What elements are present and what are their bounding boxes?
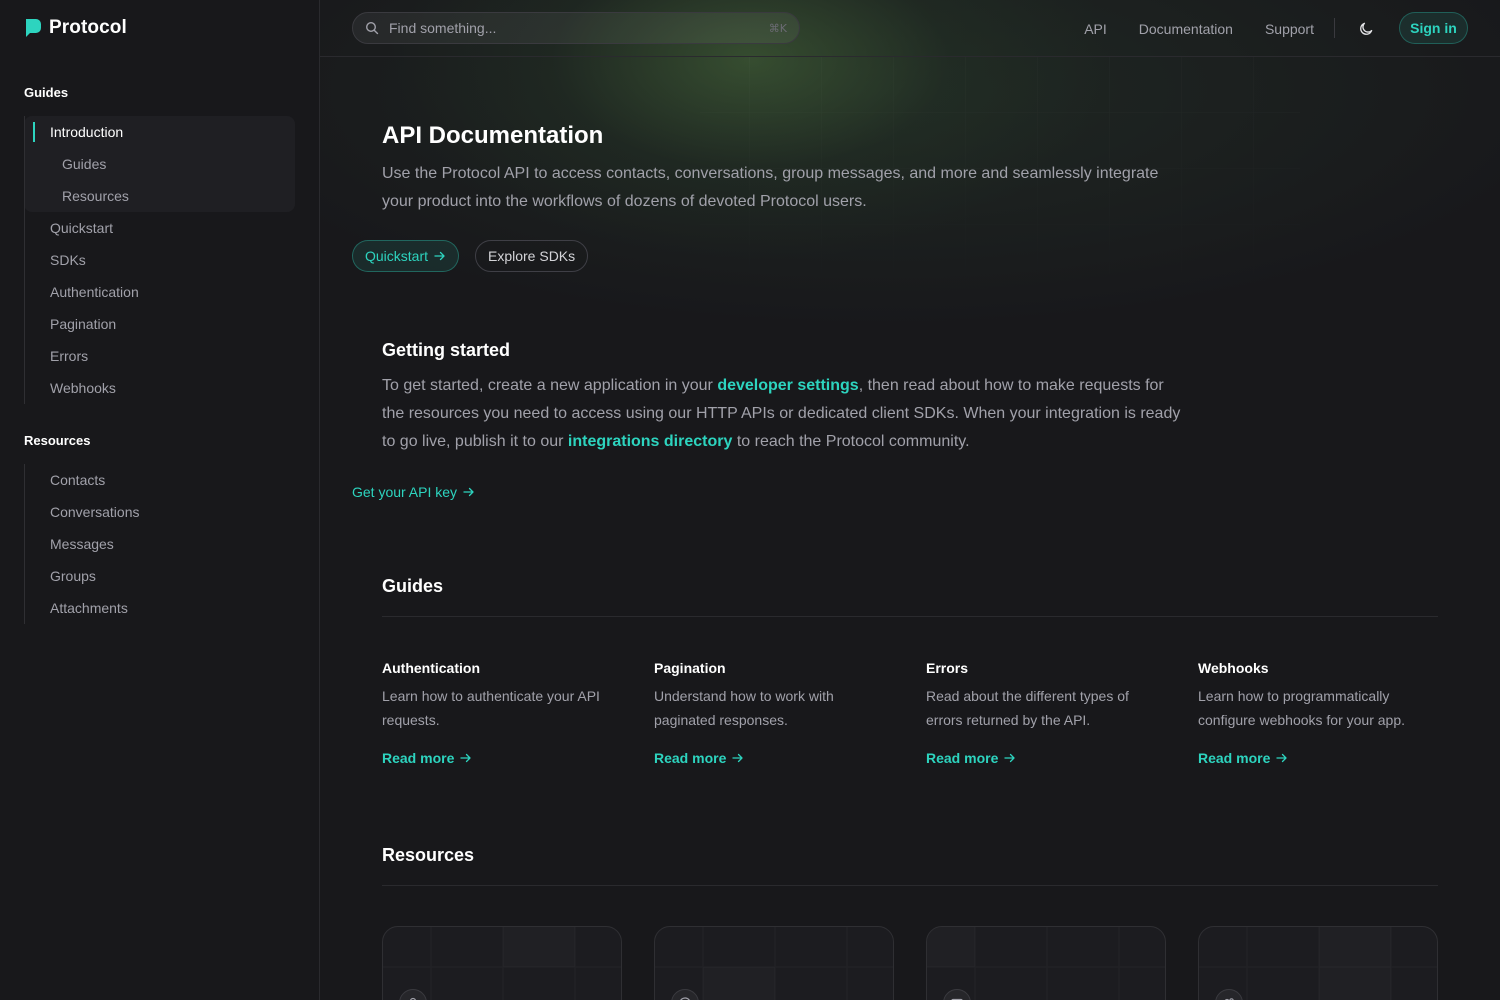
card-grid-pattern	[1199, 927, 1437, 1000]
quickstart-button-label: Quickstart	[365, 248, 429, 264]
arrow-right-icon	[1004, 753, 1016, 763]
sidebar-item-attachments[interactable]: Attachments	[25, 592, 294, 624]
nav-group-title-guides: Guides	[24, 85, 69, 100]
guide-card-errors: Errors Read about the different types of…	[926, 660, 1166, 766]
guide-card-webhooks: Webhooks Learn how to programmatically c…	[1198, 660, 1438, 766]
guides-section-divider	[382, 616, 1438, 617]
arrow-right-icon	[434, 251, 445, 261]
sidebar-item-introduction[interactable]: Introduction	[25, 116, 294, 148]
nav-list-resources: Contacts Conversations Messages Groups A…	[24, 464, 294, 624]
sidebar-item-contacts[interactable]: Contacts	[25, 464, 294, 496]
guide-card-title: Webhooks	[1198, 660, 1269, 676]
resource-card-messages[interactable]	[926, 926, 1166, 1000]
getting-started-text-1: To get started, create a new application…	[382, 377, 718, 394]
header-divider	[1334, 18, 1335, 38]
sidebar-item-conversations[interactable]: Conversations	[25, 496, 294, 528]
developer-settings-link[interactable]: developer settings	[717, 377, 858, 394]
quickstart-button[interactable]: Quickstart	[352, 240, 460, 272]
read-more-label: Read more	[1198, 750, 1271, 766]
read-more-link[interactable]: Read more	[926, 750, 1166, 766]
read-more-link[interactable]: Read more	[382, 750, 622, 766]
guide-card-description: Learn how to authenticate your API reque…	[382, 688, 600, 728]
logo[interactable]: Protocol	[24, 17, 127, 39]
guide-card-description: Read about the different types of errors…	[926, 688, 1129, 728]
sidebar-item-authentication[interactable]: Authentication	[25, 276, 294, 308]
explore-sdks-button-label: Explore SDKs	[488, 248, 576, 264]
sidebar: Protocol Guides Introduction Guides Reso…	[0, 0, 320, 1000]
guide-card-authentication: Authentication Learn how to authenticate…	[382, 660, 622, 766]
sidebar-item-groups[interactable]: Groups	[25, 560, 294, 592]
resource-card-groups[interactable]	[1198, 926, 1438, 1000]
theme-toggle-button[interactable]	[1356, 18, 1376, 38]
read-more-link[interactable]: Read more	[1198, 750, 1438, 766]
top-nav: API Documentation Support	[1084, 0, 1314, 57]
search-placeholder: Find something...	[389, 20, 497, 36]
sidebar-item-pagination[interactable]: Pagination	[25, 308, 294, 340]
logo-mark-icon	[26, 19, 41, 37]
page-lead: Use the Protocol API to access contacts,…	[382, 165, 1159, 210]
read-more-label: Read more	[382, 750, 455, 766]
card-grid-pattern	[383, 927, 621, 1000]
card-grid-pattern	[655, 927, 893, 1000]
signin-button[interactable]: Sign in	[1399, 12, 1468, 44]
top-header: Find something... ⌘K API Documentation S…	[320, 0, 1500, 57]
arrow-right-icon	[1276, 753, 1288, 763]
nav-list-guides: Introduction Guides Resources Quickstart…	[24, 116, 294, 404]
arrow-right-icon	[460, 753, 472, 763]
nav-group-title-resources: Resources	[24, 433, 91, 448]
top-link-api[interactable]: API	[1084, 21, 1107, 37]
sidebar-item-errors[interactable]: Errors	[25, 340, 294, 372]
guide-card-description: Learn how to programmatically configure …	[1198, 688, 1406, 728]
logo-text: Protocol	[49, 17, 127, 38]
getting-started-text: To get started, create a new application…	[382, 372, 1182, 456]
read-more-label: Read more	[654, 750, 727, 766]
top-link-support[interactable]: Support	[1265, 21, 1314, 37]
sidebar-item-webhooks[interactable]: Webhooks	[25, 372, 294, 404]
guide-card-pagination: Pagination Understand how to work with p…	[654, 660, 894, 766]
read-more-label: Read more	[926, 750, 999, 766]
explore-sdks-button[interactable]: Explore SDKs	[475, 240, 589, 272]
get-api-key-link[interactable]: Get your API key	[352, 484, 475, 500]
arrow-right-icon	[732, 753, 744, 763]
guide-card-title: Pagination	[654, 660, 726, 676]
resource-card-conversations[interactable]	[654, 926, 894, 1000]
sidebar-item-quickstart[interactable]: Quickstart	[25, 212, 294, 244]
arrow-right-icon	[463, 487, 474, 497]
resources-section-divider	[382, 885, 1438, 886]
resources-section-title: Resources	[382, 845, 475, 865]
card-grid-pattern	[927, 927, 1165, 1000]
guide-card-description: Understand how to work with paginated re…	[654, 688, 834, 728]
guide-card-title: Errors	[926, 660, 969, 676]
guides-section-title: Guides	[382, 576, 444, 596]
search-icon	[365, 21, 379, 35]
moon-icon	[1359, 22, 1372, 35]
sidebar-item-messages[interactable]: Messages	[25, 528, 294, 560]
sidebar-subitem-resources[interactable]: Resources	[25, 180, 294, 212]
get-api-key-label: Get your API key	[352, 484, 458, 500]
getting-started-text-3: to reach the Protocol community.	[732, 433, 970, 450]
integrations-directory-link[interactable]: integrations directory	[568, 433, 732, 450]
sidebar-item-sdks[interactable]: SDKs	[25, 244, 294, 276]
sidebar-subitem-guides[interactable]: Guides	[25, 148, 294, 180]
resource-card-contacts[interactable]	[382, 926, 622, 1000]
read-more-link[interactable]: Read more	[654, 750, 894, 766]
page-title: API Documentation	[382, 122, 604, 149]
getting-started-title: Getting started	[382, 340, 511, 360]
search-input[interactable]: Find something... ⌘K	[352, 12, 800, 44]
top-link-documentation[interactable]: Documentation	[1139, 21, 1233, 37]
search-shortcut: ⌘K	[768, 21, 787, 35]
guide-card-title: Authentication	[382, 660, 480, 676]
